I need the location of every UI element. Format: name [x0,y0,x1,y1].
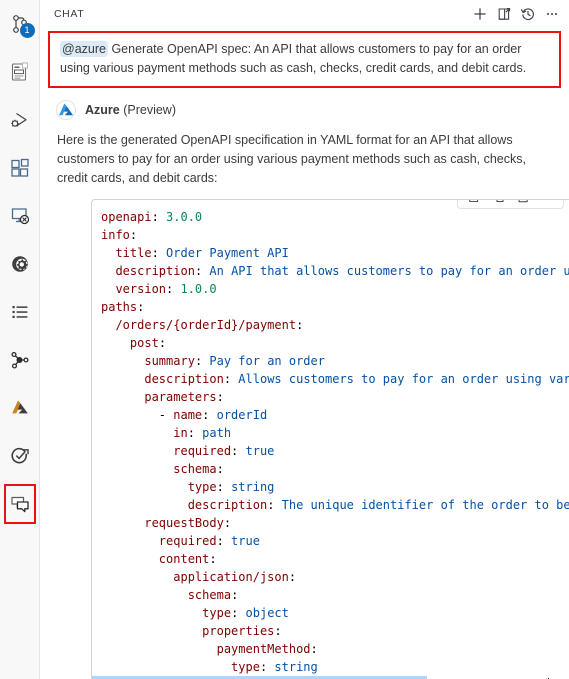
more-actions-button[interactable] [541,3,563,25]
chat-panel: CHAT @azure Generate OpenAPI spec: An AP… [40,0,569,679]
code-line: parameters: [144,390,224,404]
open-editor-icon [498,8,511,20]
code-line: paths: [101,300,145,314]
code-line: openapi: 3.0.0 [101,210,203,224]
code-line: required: true [158,534,260,548]
ellipsis-icon [546,12,558,16]
new-chat-button[interactable] [469,3,491,25]
agent-mention[interactable]: @azure [60,41,108,57]
code-line: schema: [187,588,239,602]
list-icon [12,306,27,318]
code-line: /orders/{orderId}/payment: [115,318,304,332]
chat-response-header: Azure (Preview) [40,98,569,122]
activity-item-source-control[interactable]: 1 [0,0,40,48]
chat-history-button[interactable] [517,3,539,25]
vscode-window: 1 CHAT @azure Generate OpenAPI spec: An … [0,0,569,679]
activity-item-resource-graph[interactable] [0,336,40,384]
code-block: openapi: 3.0.0 info: title: Order Payment… [91,199,569,679]
code-line: version: 1.0.0 [115,282,217,296]
activity-item-outline-list[interactable] [0,288,40,336]
copy-button[interactable] [511,200,535,207]
code-line: info: [101,228,138,242]
plus-icon [474,8,486,20]
chat-response-text: Here is the generated OpenAPI specificat… [57,133,526,185]
activity-item-remote-explorer[interactable] [0,192,40,240]
gear-icon [11,256,28,272]
code-line: description: The unique identifier of th… [187,498,569,512]
code-line: schema: [173,462,224,476]
activity-item-azure[interactable] [0,384,40,432]
chat-response-block: Azure (Preview) Here is the generated Op… [40,98,569,679]
open-chat-editor-button[interactable] [493,3,515,25]
activity-item-extensions[interactable] [0,144,40,192]
code-line: in: path [173,426,232,440]
code-line: paymentMethod: [216,642,318,656]
ellipsis-icon [541,199,556,204]
code-line: description: Allows customers to pay for… [144,372,569,386]
chat-request-text: @azure Generate OpenAPI spec: An API tha… [60,40,549,78]
activity-item-explorer-preview[interactable] [0,48,40,96]
insert-at-cursor-button[interactable] [461,200,485,207]
insert-into-new-file-button[interactable] [486,200,510,207]
chat-panel-title: CHAT [54,8,85,20]
code-line: description: An API that allows customer… [115,264,569,278]
chat-bubbles-icon [10,496,29,513]
check-circle-icon [10,447,29,464]
remote-explorer-icon [11,208,29,225]
azure-logo-icon [57,101,75,119]
activity-item-testing[interactable] [0,432,40,480]
code-line: application/json: [173,570,297,584]
chat-request-body: Generate OpenAPI spec: An API that allow… [60,42,527,75]
code-more-actions-button[interactable] [536,199,560,207]
code-line: required: true [173,444,275,458]
code-line: properties: [202,624,282,638]
insert-at-cursor-icon [468,200,478,202]
graph-icon [10,351,29,369]
code-line: type: object [202,606,289,620]
code-line: requestBody: [144,516,232,530]
source-control-badge: 1 [19,23,35,38]
chat-header: CHAT [40,0,569,28]
agent-name-main: Azure [85,103,120,117]
extensions-icon [10,158,29,177]
agent-name: Azure (Preview) [85,103,176,117]
code-line: type: string [231,660,318,674]
activity-item-settings-gear[interactable] [0,240,40,288]
code-block-toolbar [457,199,564,209]
copy-icon [518,200,528,202]
code-content[interactable]: openapi: 3.0.0 info: title: Order Payment… [92,208,569,679]
history-icon [520,8,534,21]
chat-body: @azure Generate OpenAPI spec: An API tha… [40,28,569,679]
document-preview-icon [11,62,28,81]
run-debug-icon [10,112,27,127]
chat-header-actions [469,3,563,25]
chat-request-row[interactable]: @azure Generate OpenAPI spec: An API tha… [48,31,561,88]
activity-bar: 1 [0,0,40,679]
code-line: title: Order Payment API [115,246,289,260]
code-line: summary: Pay for an order [144,354,325,368]
code-line: content: [158,552,217,566]
code-line: type: string [187,480,275,494]
code-line: post: [129,336,167,350]
code-scroll-area[interactable]: openapi: 3.0.0 info: title: Order Payment… [92,200,569,679]
azure-icon [11,400,28,414]
avatar [56,100,76,120]
code-line: - name: orderId [158,408,268,422]
activity-item-run-and-debug[interactable] [0,96,40,144]
activity-item-chat[interactable] [0,480,40,528]
agent-name-suffix: (Preview) [119,103,176,117]
insert-new-file-icon [496,200,503,202]
